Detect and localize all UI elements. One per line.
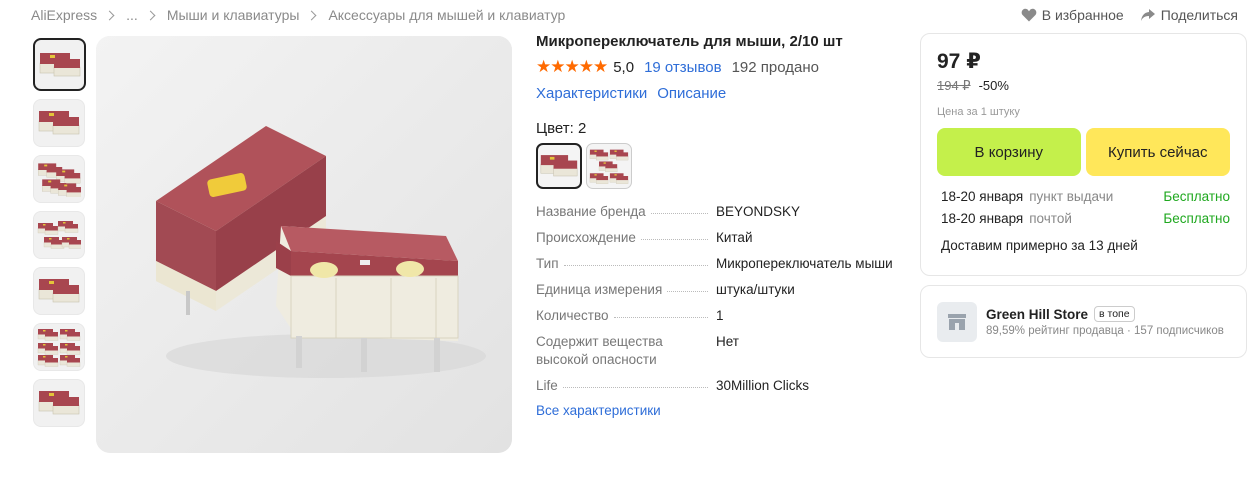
delivery-date: 18-20 января (941, 189, 1024, 204)
product-title: Микропереключатель для мыши, 2/10 шт (536, 33, 843, 50)
delivery-note: Доставим примерно за 13 дней (941, 238, 1138, 253)
swatch-image (589, 149, 629, 184)
spec-row: Life 30Million Clicks (536, 377, 896, 395)
heart-icon (1021, 8, 1037, 22)
color-option-2[interactable] (586, 143, 632, 189)
spec-value: Микропереключатель мыши (716, 256, 893, 271)
sold-count: 192 продано (731, 58, 819, 76)
breadcrumb-ellipsis[interactable]: ... (126, 7, 138, 23)
spec-row: Название бренда BEYONDSKY (536, 203, 896, 221)
share-icon (1140, 9, 1155, 21)
breadcrumb: AliExpress ... Мыши и клавиатуры Аксессу… (31, 7, 565, 23)
product-thumbnail-image (37, 328, 81, 367)
store-meta: 89,59% рейтинг продавца · 157 подписчико… (986, 325, 1224, 337)
product-thumbnail-image (38, 110, 80, 135)
store-logo (937, 301, 977, 342)
store-name[interactable]: Green Hill Store (986, 307, 1088, 322)
delivery-date: 18-20 января (941, 211, 1024, 226)
unit-price-note: Цена за 1 штуку (937, 106, 1020, 118)
product-thumbnail-image (38, 390, 80, 415)
color-option-1[interactable] (536, 143, 582, 189)
spec-row: Количество 1 (536, 307, 896, 325)
buy-now-button[interactable]: Купить сейчас (1085, 128, 1230, 176)
store-badge: в топе (1094, 306, 1135, 322)
color-swatches (536, 143, 896, 189)
delivery-price: Бесплатно (1163, 211, 1230, 226)
chevron-right-icon (145, 10, 156, 20)
tab-specs[interactable]: Характеристики (536, 85, 647, 102)
star-rating-icon: ★★★★★ (536, 57, 608, 76)
thumbnail-2[interactable] (33, 99, 85, 147)
chevron-right-icon (306, 10, 317, 20)
share-button[interactable]: Поделиться (1140, 7, 1238, 23)
old-price: 194 ₽ (937, 78, 971, 93)
store-details: Green Hill Store в топе 89,59% рейтинг п… (986, 306, 1224, 337)
store-icon (948, 313, 966, 330)
spec-value: Китай (716, 230, 753, 245)
chevron-right-icon (104, 10, 115, 20)
delivery-method: пункт выдачи (1029, 189, 1114, 204)
specs-list: Название бренда BEYONDSKY Происхождение … (536, 203, 896, 418)
top-actions: В избранное Поделиться (1021, 7, 1238, 23)
microswitch-photo (96, 36, 512, 453)
spec-key: Название бренда (536, 203, 649, 221)
spec-value: Нет (716, 334, 739, 349)
spec-value: BEYONDSKY (716, 204, 801, 219)
delivery-option[interactable]: 18-20 января пункт выдачи Бесплатно (937, 186, 1230, 208)
breadcrumb-mice-keyboards[interactable]: Мыши и клавиатуры (167, 7, 300, 23)
spec-value: 30Million Clicks (716, 378, 810, 393)
product-info: Микропереключатель для мыши, 2/10 шт ★★★… (536, 33, 896, 418)
spec-key: Количество (536, 307, 612, 325)
product-thumbnail-image (39, 52, 80, 76)
thumbnail-5[interactable] (33, 267, 85, 315)
product-thumbnail-image (37, 220, 81, 249)
color-label: Цвет: 2 (536, 120, 587, 137)
price-card: 97 ₽ 194 ₽ -50% Цена за 1 штуку В корзин… (920, 33, 1247, 276)
spec-row: Происхождение Китай (536, 229, 896, 247)
info-tabs: Характеристики Описание (536, 85, 896, 102)
spec-row: Тип Микропереключатель мыши (536, 255, 896, 273)
spec-row: Содержит вещества высокой опасности Нет (536, 333, 896, 369)
spec-value: штука/штуки (716, 282, 795, 297)
all-specs-link[interactable]: Все характеристики (536, 403, 896, 418)
old-price-row: 194 ₽ -50% (937, 78, 1230, 94)
rating-value: 5,0 (613, 58, 635, 76)
store-card[interactable]: Green Hill Store в топе 89,59% рейтинг п… (920, 285, 1247, 358)
thumbnail-list (33, 38, 86, 427)
tab-description[interactable]: Описание (657, 85, 726, 102)
delivery-price: Бесплатно (1163, 189, 1230, 204)
spec-key: Происхождение (536, 229, 639, 247)
spec-value: 1 (716, 308, 724, 323)
delivery-option[interactable]: 18-20 января почтой Бесплатно (937, 208, 1230, 230)
reviews-link[interactable]: 19 отзывов (644, 59, 722, 76)
purchase-buttons: В корзину Купить сейчас (937, 128, 1230, 176)
spec-row: Единица измерения штука/штуки (536, 281, 896, 299)
delivery-method: почтой (1029, 211, 1072, 226)
swatch-image (540, 154, 578, 177)
rating-row: ★★★★★ 5,0 19 отзывов 192 продано (536, 57, 896, 77)
breadcrumb-aliexpress[interactable]: AliExpress (31, 7, 97, 23)
breadcrumb-accessories[interactable]: Аксессуары для мышей и клавиатур (328, 7, 565, 23)
thumbnail-3[interactable] (33, 155, 85, 203)
spec-key: Единица измерения (536, 281, 666, 299)
product-thumbnail-image (37, 163, 81, 197)
product-thumbnail-image (38, 278, 80, 303)
discount-badge: -50% (978, 78, 1009, 93)
spec-key: Life (536, 377, 561, 395)
delivery-options: 18-20 января пункт выдачи Бесплатно 18-2… (937, 186, 1230, 253)
share-label: Поделиться (1160, 7, 1238, 23)
thumbnail-4[interactable] (33, 211, 85, 259)
current-price: 97 ₽ (937, 50, 981, 73)
main-product-image[interactable] (96, 36, 512, 453)
favorite-button[interactable]: В избранное (1021, 7, 1124, 23)
thumbnail-1[interactable] (33, 38, 86, 91)
spec-key: Тип (536, 255, 562, 273)
thumbnail-6[interactable] (33, 323, 85, 371)
favorite-label: В избранное (1041, 7, 1124, 23)
add-to-cart-button[interactable]: В корзину (937, 128, 1081, 176)
thumbnail-7[interactable] (33, 379, 85, 427)
spec-key: Содержит вещества высокой опасности (536, 333, 706, 369)
